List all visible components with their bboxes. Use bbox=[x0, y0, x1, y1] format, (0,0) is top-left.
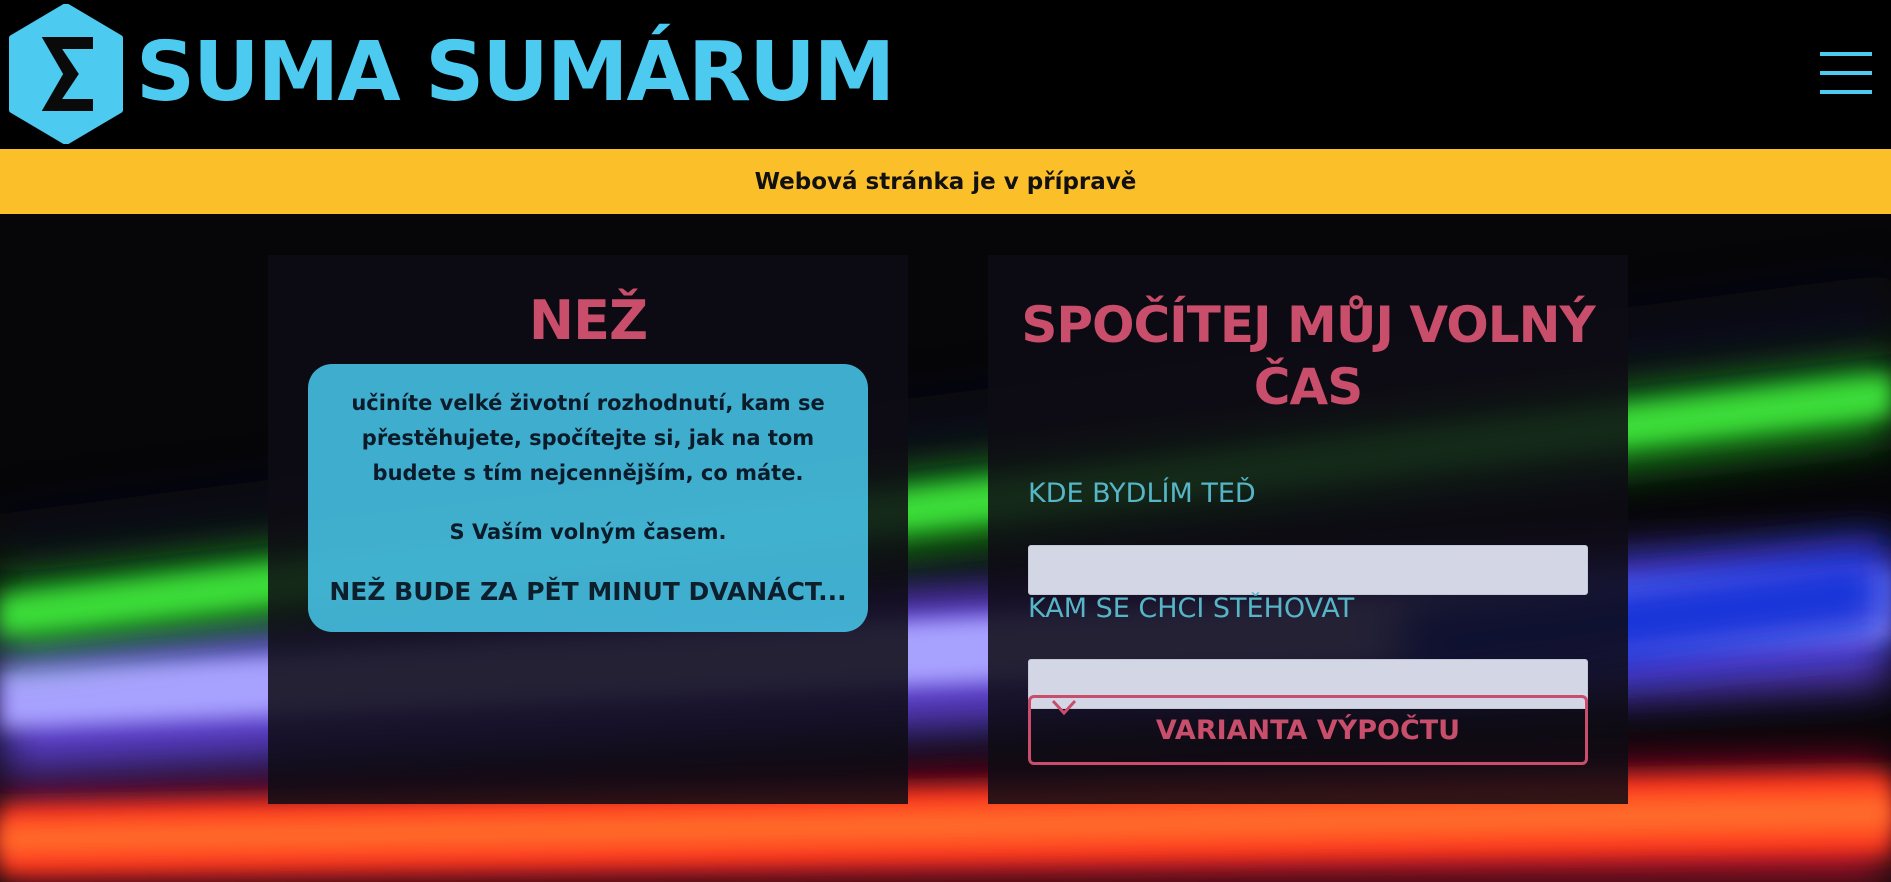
current-location-input[interactable] bbox=[1028, 545, 1588, 595]
intro-title: NEŽ bbox=[528, 289, 648, 352]
hamburger-menu-icon[interactable] bbox=[1820, 50, 1872, 96]
announcement-banner: Webová stránka je v přípravě bbox=[0, 149, 1891, 214]
intro-bubble: učiníte velké životní rozhodnutí, kam se… bbox=[308, 364, 868, 632]
sigma-logo-icon[interactable] bbox=[6, 4, 126, 144]
hero-section: NEŽ učiníte velké životní rozhodnutí, ka… bbox=[0, 214, 1891, 882]
calculation-variant-select[interactable]: VARIANTA VÝPOČTU bbox=[1028, 695, 1588, 765]
current-location-label: KDE BYDLÍM TEĎ bbox=[1028, 478, 1256, 509]
brand-name[interactable]: SUMA SUMÁRUM bbox=[136, 18, 895, 128]
intro-card: NEŽ učiníte velké životní rozhodnutí, ka… bbox=[268, 255, 908, 804]
intro-slogan: NEŽ BUDE ZA PĚT MINUT DVANÁCT... bbox=[329, 577, 847, 606]
calculator-title: SPOČÍTEJ MŮJ VOLNÝ ČAS bbox=[1021, 296, 1595, 416]
site-header: SUMA SUMÁRUM bbox=[0, 0, 1891, 149]
calculator-card: SPOČÍTEJ MŮJ VOLNÝ ČAS KDE BYDLÍM TEĎ KA… bbox=[988, 255, 1628, 804]
intro-free-time-text: S Vaším volným časem. bbox=[449, 520, 727, 544]
intro-paragraph: učiníte velké životní rozhodnutí, kam se… bbox=[351, 391, 825, 485]
chevron-down-icon bbox=[1051, 699, 1077, 716]
target-location-label: KAM SE CHCI STĚHOVAT bbox=[1028, 593, 1355, 624]
banner-text: Webová stránka je v přípravě bbox=[754, 168, 1137, 195]
calculation-variant-label: VARIANTA VÝPOČTU bbox=[1155, 714, 1461, 746]
